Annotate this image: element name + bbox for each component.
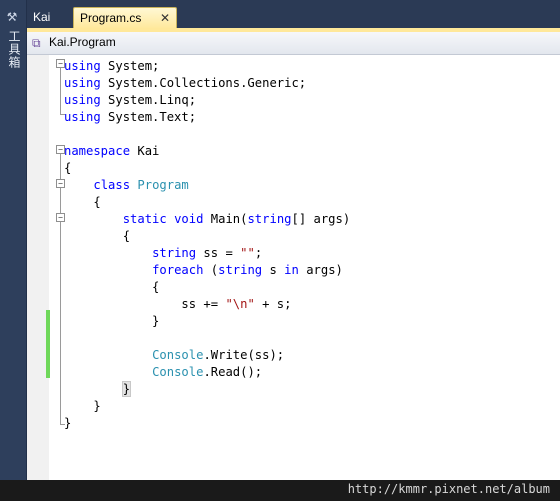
code-token: {	[64, 161, 72, 175]
code-line[interactable]: Console.Write(ss);	[64, 347, 284, 364]
code-line[interactable]: }	[64, 415, 71, 432]
code-line[interactable]: Console.Read();	[64, 364, 262, 381]
type-token: Console	[152, 348, 204, 362]
code-token: .Read();	[203, 365, 263, 379]
code-line[interactable]: {	[64, 279, 159, 296]
type-token: Console	[152, 365, 204, 379]
toolbox-icon[interactable]: ⚒	[5, 10, 19, 24]
code-line[interactable]: foreach (string s in args)	[64, 262, 343, 279]
code-line[interactable]: class Program	[64, 177, 189, 194]
code-token: System.Collections.Generic;	[100, 76, 307, 90]
code-token: {	[64, 280, 160, 294]
code-line[interactable]: ss += "\n" + s;	[64, 296, 291, 313]
code-editor[interactable]: − − − − using System; using System.Collec…	[27, 55, 560, 480]
code-token: }	[64, 416, 72, 430]
string-token: ""	[240, 246, 255, 260]
keyword-token: class	[93, 178, 131, 192]
keyword-token: using	[64, 110, 101, 124]
code-token: System;	[100, 59, 160, 73]
type-selection: Kai.Program	[49, 35, 116, 49]
code-token: System.Linq;	[100, 93, 197, 107]
keyword-token: foreach	[152, 263, 204, 277]
keyword-token: static	[122, 212, 167, 226]
code-line[interactable]: string ss = "";	[64, 245, 262, 262]
code-token: args)	[298, 263, 343, 277]
type-navigation-dropdown[interactable]: ⧉ Kai.Program	[27, 32, 560, 55]
code-line[interactable]: using System;	[64, 58, 159, 75]
keyword-token: void	[174, 212, 204, 226]
code-token: ss +=	[64, 297, 226, 311]
code-line[interactable]: {	[64, 194, 101, 211]
keyword-token: using	[64, 93, 101, 107]
code-token: ss =	[196, 246, 241, 260]
code-line[interactable]: }	[64, 313, 159, 330]
watermark-text: http://kmmr.pixnet.net/album	[347, 482, 550, 496]
code-token: }	[64, 399, 101, 413]
type-token: Program	[137, 178, 189, 192]
code-token: System.Text;	[100, 110, 197, 124]
keyword-token: in	[284, 263, 299, 277]
tab-kai[interactable]: Kai	[27, 7, 56, 28]
code-line[interactable]: {	[64, 160, 71, 177]
code-token: .Write(ss);	[203, 348, 285, 362]
code-line[interactable]: }	[64, 398, 101, 415]
code-line[interactable]: using System.Linq;	[64, 92, 196, 109]
outline-line	[60, 68, 61, 114]
code-token: Kai	[130, 144, 160, 158]
keyword-token: string	[247, 212, 292, 226]
class-icon: ⧉	[32, 36, 41, 50]
text-cursor	[130, 382, 132, 397]
string-token: "\n"	[225, 297, 255, 311]
toolbox-label[interactable]: 工具箱	[5, 30, 21, 69]
matched-brace: }	[121, 381, 132, 397]
code-token: Main(	[203, 212, 248, 226]
changed-lines-indicator	[46, 310, 50, 378]
keyword-token: using	[64, 59, 101, 73]
tab-program-cs[interactable]: Program.cs ✕	[73, 7, 177, 29]
tab-label: Kai	[33, 10, 51, 24]
outline-line	[60, 154, 61, 424]
code-line[interactable]: static void Main(string[] args)	[64, 211, 351, 228]
code-line[interactable]: }	[64, 381, 132, 398]
code-line[interactable]: using System.Collections.Generic;	[64, 75, 306, 92]
code-line[interactable]: {	[64, 228, 130, 245]
indicator-margin	[27, 55, 49, 480]
toolbox-panel[interactable]: ⚒ 工具箱	[0, 0, 27, 501]
keyword-token: using	[64, 76, 101, 90]
keyword-token: string	[152, 246, 197, 260]
code-token: + s;	[254, 297, 292, 311]
code-line[interactable]: namespace Kai	[64, 143, 159, 160]
code-token: {	[64, 229, 131, 243]
keyword-token: namespace	[64, 144, 131, 158]
keyword-token: string	[218, 263, 263, 277]
code-token: [] args)	[291, 212, 351, 226]
footer-bar: http://kmmr.pixnet.net/album	[0, 480, 560, 501]
code-token: }	[64, 314, 160, 328]
code-token: s	[262, 263, 285, 277]
code-token: ;	[254, 246, 263, 260]
code-token: {	[64, 195, 101, 209]
close-icon[interactable]: ✕	[160, 8, 170, 29]
tab-label: Program.cs	[80, 11, 142, 25]
code-line[interactable]: using System.Text;	[64, 109, 196, 126]
code-token: (	[203, 263, 219, 277]
